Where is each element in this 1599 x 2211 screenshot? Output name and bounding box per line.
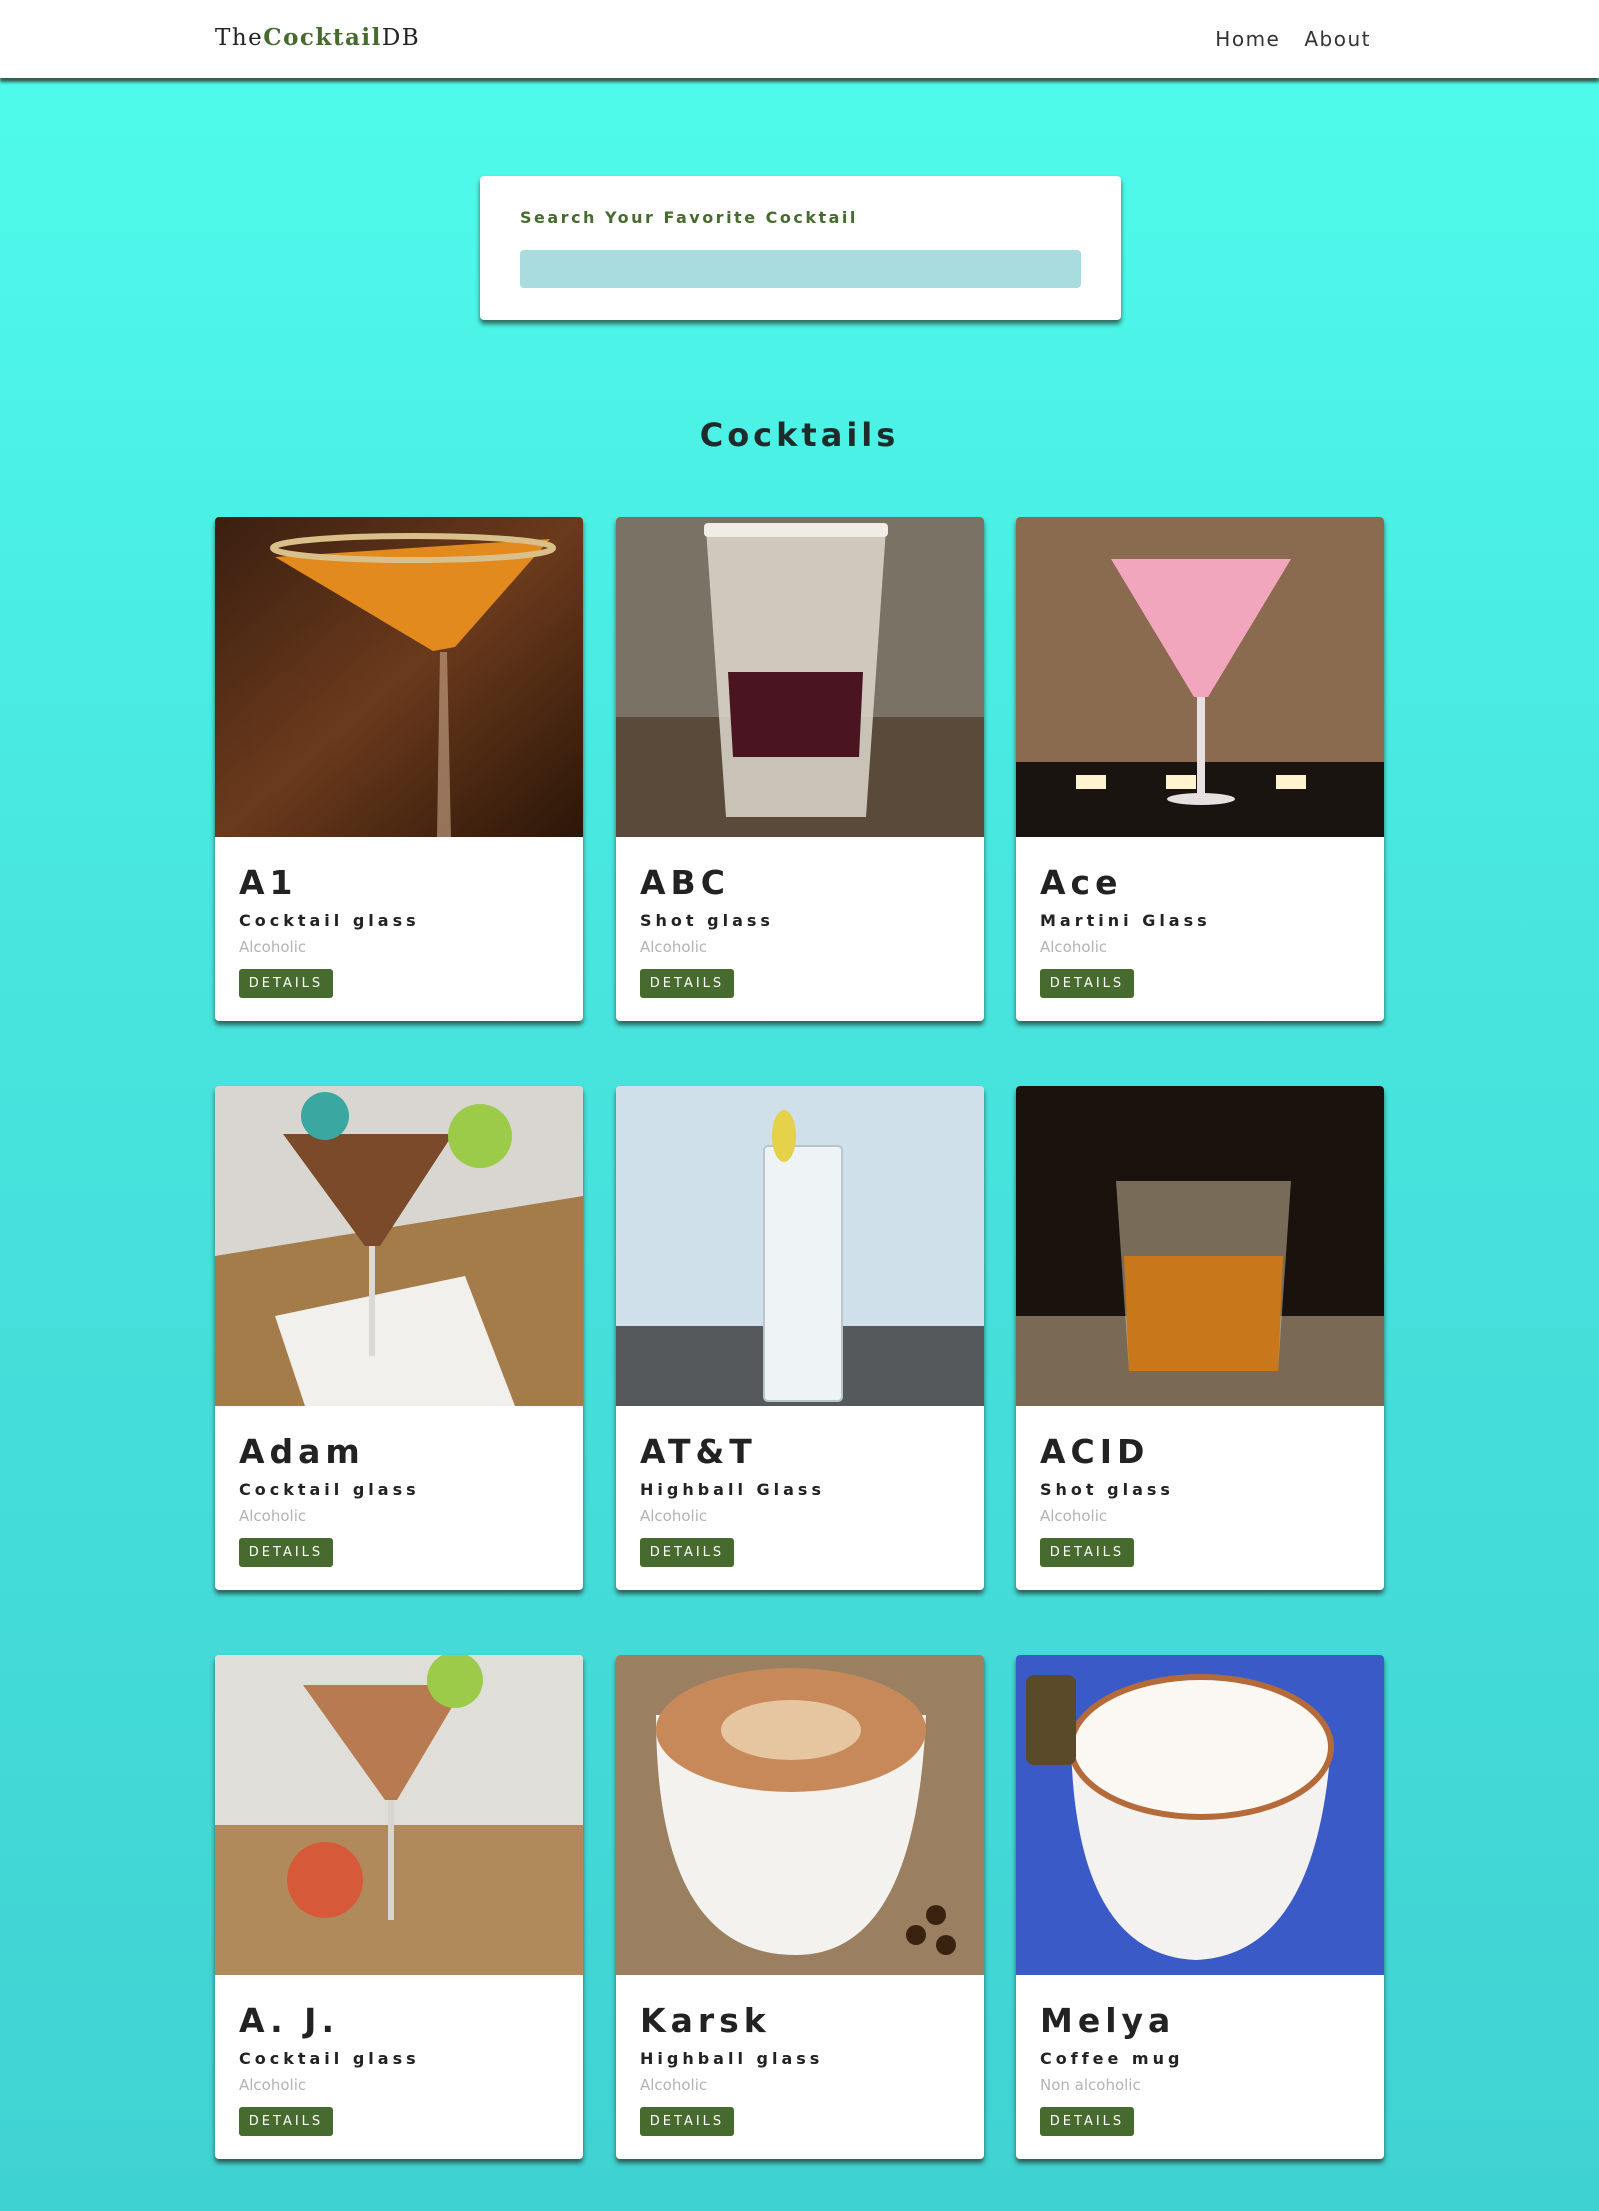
cocktail-image xyxy=(616,1086,984,1406)
cocktail-type: Alcoholic xyxy=(1040,1507,1108,1525)
cocktail-name: Ace xyxy=(1040,863,1123,902)
cocktail-name: Adam xyxy=(239,1432,365,1471)
logo-bold: Cocktail xyxy=(263,24,382,51)
cocktail-name: AT&T xyxy=(640,1432,757,1471)
search-input[interactable] xyxy=(520,250,1081,288)
logo-prefix: The xyxy=(215,25,264,51)
cocktail-image xyxy=(1016,517,1384,837)
details-button[interactable]: DETAILS xyxy=(1040,1538,1134,1567)
cocktail-card: ACID Shot glass Alcoholic DETAILS xyxy=(1016,1086,1384,1590)
cocktail-name: ACID xyxy=(1040,1432,1150,1471)
details-button[interactable]: DETAILS xyxy=(239,1538,333,1567)
cocktail-glass: Cocktail glass xyxy=(239,1480,420,1499)
cocktail-card: Adam Cocktail glass Alcoholic DETAILS xyxy=(215,1086,583,1590)
cocktail-glass: Cocktail glass xyxy=(239,2049,420,2068)
cocktail-glass: Coffee mug xyxy=(1040,2049,1184,2068)
cocktail-type: Alcoholic xyxy=(239,1507,307,1525)
cocktail-glass: Shot glass xyxy=(1040,1480,1174,1499)
cocktail-image xyxy=(616,1655,984,1975)
cocktail-name: A. J. xyxy=(239,2001,339,2040)
details-button[interactable]: DETAILS xyxy=(640,2107,734,2136)
site-logo[interactable]: TheCocktailDB xyxy=(215,24,420,51)
cocktail-glass: Cocktail glass xyxy=(239,911,420,930)
cocktail-image xyxy=(616,517,984,837)
cocktail-image xyxy=(1016,1655,1384,1975)
cocktail-glass: Shot glass xyxy=(640,911,774,930)
details-button[interactable]: DETAILS xyxy=(640,969,734,998)
cocktail-image xyxy=(215,517,583,837)
details-button[interactable]: DETAILS xyxy=(239,2107,333,2136)
cocktail-type: Alcoholic xyxy=(640,2076,708,2094)
nav-links: Home About xyxy=(1215,27,1371,51)
search-label: Search Your Favorite Cocktail xyxy=(520,208,858,227)
cocktail-card: Melya Coffee mug Non alcoholic DETAILS xyxy=(1016,1655,1384,2159)
logo-suffix: DB xyxy=(381,25,421,51)
cocktail-type: Alcoholic xyxy=(239,2076,307,2094)
cocktail-image xyxy=(215,1655,583,1975)
cocktail-name: Karsk xyxy=(640,2001,771,2040)
cocktail-card: Karsk Highball glass Alcoholic DETAILS xyxy=(616,1655,984,2159)
details-button[interactable]: DETAILS xyxy=(1040,969,1134,998)
cocktail-type: Non alcoholic xyxy=(1040,2076,1141,2094)
details-button[interactable]: DETAILS xyxy=(1040,2107,1134,2136)
cocktail-card: Ace Martini Glass Alcoholic DETAILS xyxy=(1016,517,1384,1021)
cocktail-card: AT&T Highball Glass Alcoholic DETAILS xyxy=(616,1086,984,1590)
cocktail-type: Alcoholic xyxy=(1040,938,1108,956)
cocktail-name: A1 xyxy=(239,863,298,902)
cocktail-type: Alcoholic xyxy=(640,1507,708,1525)
nav-link-home[interactable]: Home xyxy=(1215,27,1280,51)
cocktail-card: ABC Shot glass Alcoholic DETAILS xyxy=(616,517,984,1021)
cocktail-name: ABC xyxy=(640,863,730,902)
nav-link-about[interactable]: About xyxy=(1304,27,1371,51)
cocktail-card: A. J. Cocktail glass Alcoholic DETAILS xyxy=(215,1655,583,2159)
cocktail-image xyxy=(215,1086,583,1406)
navbar: TheCocktailDB Home About xyxy=(0,0,1599,78)
search-form: Search Your Favorite Cocktail xyxy=(480,176,1121,320)
cocktail-glass: Martini Glass xyxy=(1040,911,1211,930)
details-button[interactable]: DETAILS xyxy=(640,1538,734,1567)
cocktail-type: Alcoholic xyxy=(640,938,708,956)
cocktail-name: Melya xyxy=(1040,2001,1176,2040)
cocktail-glass: Highball glass xyxy=(640,2049,824,2068)
cocktail-image xyxy=(1016,1086,1384,1406)
cocktail-glass: Highball Glass xyxy=(640,1480,825,1499)
details-button[interactable]: DETAILS xyxy=(239,969,333,998)
cocktail-type: Alcoholic xyxy=(239,938,307,956)
section-title: Cocktails xyxy=(699,416,900,454)
cocktail-card: A1 Cocktail glass Alcoholic DETAILS xyxy=(215,517,583,1021)
